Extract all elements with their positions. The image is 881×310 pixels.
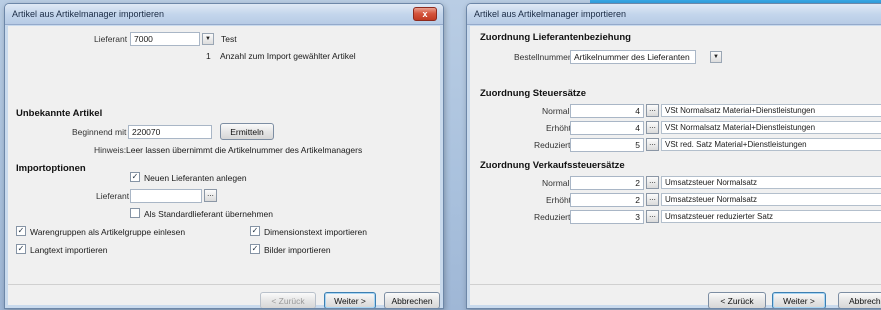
steuer-normal-input[interactable]: 4 bbox=[570, 104, 644, 118]
chevron-down-icon: ▼ bbox=[713, 54, 719, 60]
steuer-erhoeht-browse-button[interactable]: ... bbox=[646, 121, 659, 134]
dimensionstext-label: Dimensionstext importieren bbox=[264, 227, 367, 237]
footer-separator bbox=[470, 284, 881, 285]
steuer-erhoeht-label: Erhöht bbox=[546, 123, 572, 133]
close-icon: x bbox=[422, 9, 428, 19]
verkauf-reduziert-input[interactable]: 3 bbox=[570, 210, 644, 224]
hinweis-label: Hinweis: bbox=[94, 145, 127, 155]
neuen-lieferanten-checkbox[interactable]: ✓ bbox=[130, 172, 140, 182]
ellipsis-icon: ... bbox=[649, 121, 656, 130]
import-count-value: 1 bbox=[206, 51, 211, 61]
importoptionen-heading: Importoptionen bbox=[16, 163, 86, 174]
beginnend-input[interactable]: 220070 bbox=[128, 125, 212, 139]
dimensionstext-checkbox[interactable]: ✓ bbox=[250, 226, 260, 236]
lieferant-label: Lieferant bbox=[94, 34, 128, 44]
footer-separator bbox=[8, 284, 440, 285]
window-title: Artikel aus Artikelmanager importieren bbox=[474, 9, 627, 19]
dialog-content: Zuordnung Lieferantenbeziehung Bestellnu… bbox=[470, 26, 881, 308]
bestellnummer-select[interactable]: Artikelnummer des Lieferanten bbox=[570, 50, 696, 64]
ellipsis-icon: ... bbox=[649, 104, 656, 113]
bestellnummer-label: Bestellnummer bbox=[514, 52, 571, 62]
verkauf-erhoeht-browse-button[interactable]: ... bbox=[646, 193, 659, 206]
lieferant2-browse-button[interactable]: ... bbox=[204, 189, 217, 202]
verkauf-erhoeht-label: Erhöht bbox=[546, 195, 572, 205]
steuer-normal-browse-button[interactable]: ... bbox=[646, 104, 659, 117]
verkauf-reduziert-browse-button[interactable]: ... bbox=[646, 210, 659, 223]
weiter-button[interactable]: Weiter > bbox=[324, 292, 376, 308]
ellipsis-icon: ... bbox=[649, 138, 656, 147]
checkmark-icon: ✓ bbox=[131, 172, 139, 181]
close-button[interactable]: x bbox=[413, 7, 437, 21]
beginnend-label: Beginnend mit bbox=[72, 127, 127, 137]
neuen-lieferanten-label: Neuen Lieferanten anlegen bbox=[144, 173, 247, 183]
steuer-normal-desc: VSt Normalsatz Material+Dienstleistungen bbox=[661, 104, 881, 117]
bestellnummer-dropdown-button[interactable]: ▼ bbox=[710, 51, 722, 63]
checkmark-icon: ✓ bbox=[251, 226, 259, 235]
lieferant2-input[interactable] bbox=[130, 189, 202, 203]
chevron-down-icon: ▼ bbox=[205, 36, 211, 42]
steuersaetze-heading: Zuordnung Steuersätze bbox=[480, 88, 587, 99]
steuer-erhoeht-desc: VSt Normalsatz Material+Dienstleistungen bbox=[661, 121, 881, 134]
standardlieferant-label: Als Standardlieferant übernehmen bbox=[144, 209, 273, 219]
hinweis-text: Leer lassen übernimmt die Artikelnummer … bbox=[126, 145, 363, 155]
title-bar[interactable]: Artikel aus Artikelmanager importieren bbox=[467, 4, 881, 25]
standardlieferant-checkbox[interactable] bbox=[130, 208, 140, 218]
window-title: Artikel aus Artikelmanager importieren bbox=[12, 9, 165, 19]
verkauf-normal-browse-button[interactable]: ... bbox=[646, 176, 659, 189]
zurueck-button[interactable]: < Zurück bbox=[708, 292, 766, 308]
lieferant-name: Test bbox=[221, 34, 237, 44]
warengruppen-label: Warengruppen als Artikelgruppe einlesen bbox=[30, 227, 186, 237]
abbrechen-button[interactable]: Abbrechen bbox=[384, 292, 440, 308]
verkaufssteuer-heading: Zuordnung Verkaufssteuersätze bbox=[480, 160, 625, 171]
ellipsis-icon: ... bbox=[649, 193, 656, 202]
import-count-label: Anzahl zum Import gewählter Artikel bbox=[220, 51, 356, 61]
langtext-checkbox[interactable]: ✓ bbox=[16, 244, 26, 254]
import-dialog-step2: Artikel aus Artikelmanager importieren Z… bbox=[466, 3, 881, 309]
abbrechen-button[interactable]: Abbrechen bbox=[838, 292, 881, 308]
lieferant2-label: Lieferant bbox=[96, 191, 130, 201]
steuer-reduziert-label: Reduziert bbox=[534, 140, 571, 150]
bilder-label: Bilder importieren bbox=[264, 245, 331, 255]
unbekannte-artikel-heading: Unbekannte Artikel bbox=[16, 108, 103, 119]
verkauf-normal-desc: Umsatzsteuer Normalsatz bbox=[661, 176, 881, 189]
ellipsis-icon: ... bbox=[649, 210, 656, 219]
steuer-reduziert-browse-button[interactable]: ... bbox=[646, 138, 659, 151]
verkauf-reduziert-label: Reduziert bbox=[534, 212, 571, 222]
ellipsis-icon: ... bbox=[207, 189, 214, 198]
steuer-reduziert-desc: VSt red. Satz Material+Dienstleistungen bbox=[661, 138, 881, 151]
title-bar[interactable]: Artikel aus Artikelmanager importieren x bbox=[5, 4, 443, 25]
bilder-checkbox[interactable]: ✓ bbox=[250, 244, 260, 254]
lieferant-dropdown-button[interactable]: ▼ bbox=[202, 33, 214, 45]
verkauf-erhoeht-input[interactable]: 2 bbox=[570, 193, 644, 207]
ellipsis-icon: ... bbox=[649, 176, 656, 185]
dialog-content: Lieferant 7000 ▼ Test 1 Anzahl zum Impor… bbox=[8, 26, 440, 308]
langtext-label: Langtext importieren bbox=[30, 245, 108, 255]
steuer-normal-label: Normal bbox=[542, 106, 570, 116]
zurueck-button[interactable]: < Zurück bbox=[260, 292, 316, 308]
checkmark-icon: ✓ bbox=[17, 244, 25, 253]
steuer-erhoeht-input[interactable]: 4 bbox=[570, 121, 644, 135]
verkauf-reduziert-desc: Umsatzsteuer reduzierter Satz bbox=[661, 210, 881, 223]
checkmark-icon: ✓ bbox=[251, 244, 259, 253]
lieferantenbeziehung-heading: Zuordnung Lieferantenbeziehung bbox=[480, 32, 631, 43]
lieferant-input[interactable]: 7000 bbox=[130, 32, 200, 46]
checkmark-icon: ✓ bbox=[17, 226, 25, 235]
verkauf-normal-label: Normal bbox=[542, 178, 570, 188]
ermitteln-button[interactable]: Ermitteln bbox=[220, 123, 274, 140]
weiter-button[interactable]: Weiter > bbox=[772, 292, 826, 308]
warengruppen-checkbox[interactable]: ✓ bbox=[16, 226, 26, 236]
import-dialog-step1: Artikel aus Artikelmanager importieren x… bbox=[4, 3, 444, 309]
verkauf-erhoeht-desc: Umsatzsteuer Normalsatz bbox=[661, 193, 881, 206]
verkauf-normal-input[interactable]: 2 bbox=[570, 176, 644, 190]
steuer-reduziert-input[interactable]: 5 bbox=[570, 138, 644, 152]
